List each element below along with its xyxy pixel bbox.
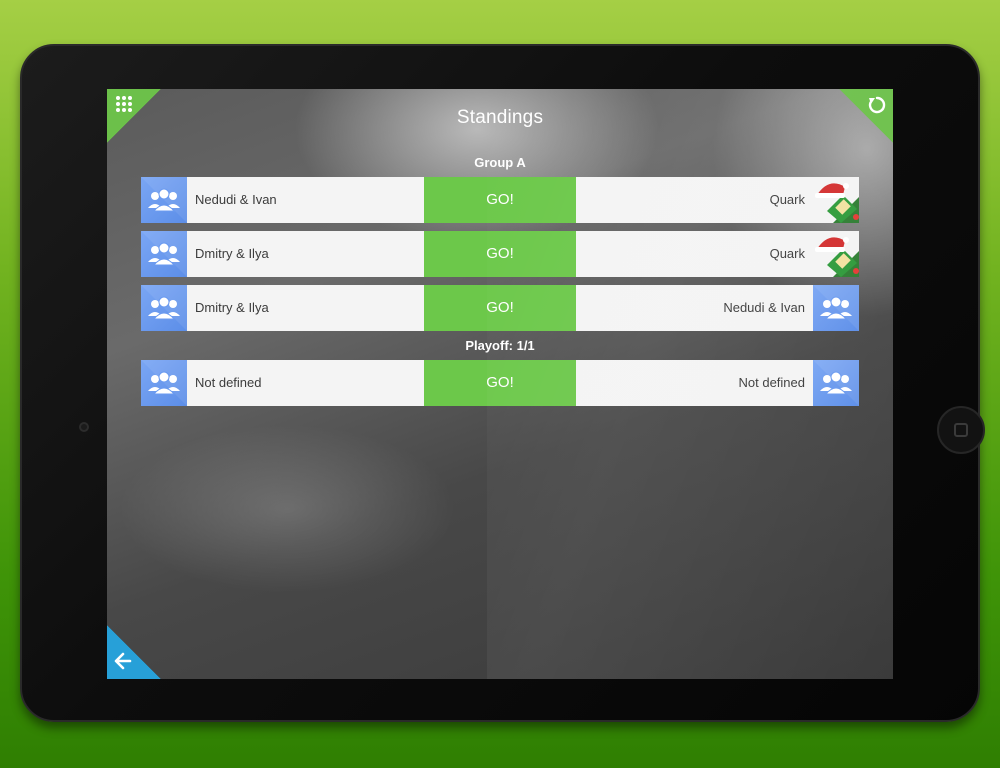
match-row: Nedudi & Ivan GO! Quark <box>141 177 859 223</box>
team-avatar-icon <box>141 285 187 331</box>
team-avatar-icon <box>141 360 187 406</box>
left-team-name: Not defined <box>195 375 262 390</box>
go-button[interactable]: GO! <box>424 360 576 406</box>
group-label: Playoff: 1/1 <box>465 338 535 353</box>
page-title: Standings <box>456 107 544 128</box>
right-team-name: Quark <box>769 192 805 207</box>
team-avatar-icon <box>141 177 187 223</box>
team-avatar-icon <box>141 231 187 277</box>
match-row: Dmitry & Ilya GO! Nedudi & Ivan <box>141 285 859 331</box>
left-team-name: Nedudi & Ivan <box>195 192 277 207</box>
right-team-name: Nedudi & Ivan <box>723 300 805 315</box>
back-corner[interactable] <box>107 625 161 679</box>
go-button[interactable]: GO! <box>424 285 576 331</box>
camera-dot <box>79 422 89 432</box>
left-team-name: Dmitry & Ilya <box>195 300 269 315</box>
app-screen: Standings Group A Nedudi & Ivan GO! Quar… <box>107 89 893 679</box>
home-button[interactable] <box>937 406 985 454</box>
match-row: Dmitry & Ilya GO! Quark <box>141 231 859 277</box>
right-team-name: Quark <box>769 246 805 261</box>
home-square-icon <box>954 423 968 437</box>
back-arrow-icon <box>114 652 132 670</box>
santa-gift-avatar-icon <box>813 177 859 223</box>
match-row: Not defined GO! Not defined <box>141 360 859 406</box>
left-team-name: Dmitry & Ilya <box>195 246 269 261</box>
go-button[interactable]: GO! <box>424 177 576 223</box>
go-button[interactable]: GO! <box>424 231 576 277</box>
team-avatar-icon <box>813 360 859 406</box>
group-label: Group A <box>474 155 526 170</box>
team-avatar-icon <box>813 285 859 331</box>
santa-gift-avatar-icon <box>813 231 859 277</box>
right-team-name: Not defined <box>738 375 806 390</box>
